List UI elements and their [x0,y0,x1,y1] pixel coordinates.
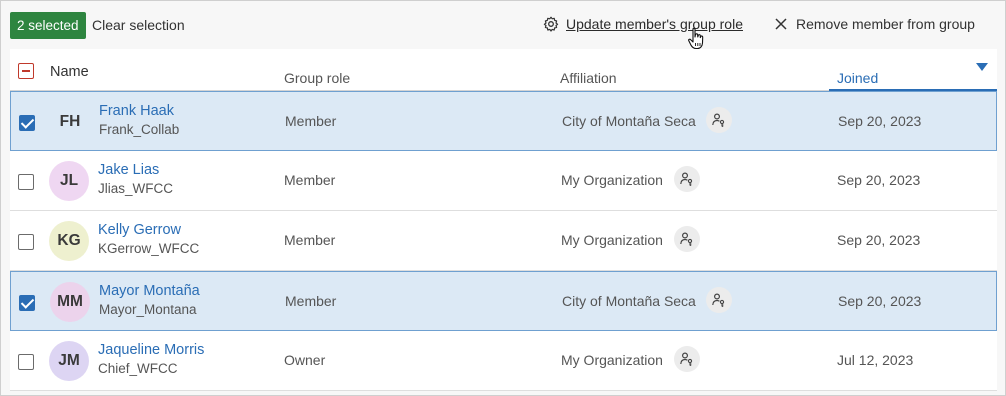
group-role: Member [284,172,336,188]
clear-selection-button[interactable]: Clear selection [92,17,185,33]
member-table-panel: 2 selected Clear selection Update member… [0,0,1006,396]
user-key-icon[interactable] [674,226,700,252]
column-header-group-role[interactable]: Group role [284,70,350,86]
member-name-link[interactable]: Frank Haak [99,103,174,119]
table-header: Name Group role Affiliation Joined [10,49,997,91]
user-key-icon[interactable] [674,166,700,192]
joined-date: Sep 20, 2023 [837,172,921,188]
user-key-icon[interactable] [706,107,732,133]
gear-icon [543,16,559,32]
affiliation: City of Montaña Seca [562,293,696,309]
joined-date: Jul 12, 2023 [837,352,914,368]
avatar: JL [49,161,89,201]
affiliation: My Organization [561,232,663,248]
member-username: Frank_Collab [99,122,180,137]
update-role-label: Update member's group role [566,16,743,32]
row-checkbox[interactable] [18,174,34,190]
close-icon [773,16,789,32]
affiliation: My Organization [561,172,663,188]
avatar: MM [50,282,90,322]
selected-count-badge: 2 selected [10,12,86,39]
user-key-icon[interactable] [706,287,732,313]
row-checkbox[interactable] [19,295,35,311]
table-row[interactable]: MM Mayor Montaña Mayor_Montana Member City o… [10,271,997,331]
group-role: Member [285,113,337,129]
member-username: KGerrow_WFCC [98,241,200,256]
row-checkbox[interactable] [19,115,35,131]
joined-date: Sep 20, 2023 [838,293,922,309]
joined-date: Sep 20, 2023 [838,113,922,129]
member-name-link[interactable]: Jaqueline Morris [98,342,204,358]
remove-member-label: Remove member from group [796,16,975,32]
affiliation: City of Montaña Seca [562,113,696,129]
member-username: Mayor_Montana [99,302,197,317]
group-role: Member [285,293,337,309]
table-row[interactable]: KG Kelly Gerrow KGerrow_WFCC Member My Organ… [10,211,997,271]
member-username: Jlias_WFCC [98,181,174,196]
update-role-button[interactable]: Update member's group role [543,16,743,32]
members-table: Name Group role Affiliation Joined FH Fra… [10,49,997,391]
group-role: Member [284,232,336,248]
user-key-icon[interactable] [674,346,700,372]
row-checkbox[interactable] [18,354,34,370]
affiliation: My Organization [561,352,663,368]
column-header-affiliation[interactable]: Affiliation [560,70,617,86]
avatar: JM [49,341,89,381]
member-name-link[interactable]: Jake Lias [98,162,159,178]
table-row[interactable]: JM Jaqueline Morris Chief_WFCC Owner My Orga… [10,331,997,391]
avatar: KG [49,221,89,261]
caret-down-icon[interactable] [976,63,988,71]
avatar: FH [50,102,90,142]
selection-toolbar: 2 selected Clear selection Update member… [1,1,1005,50]
row-checkbox[interactable] [18,234,34,250]
member-name-link[interactable]: Mayor Montaña [99,283,200,299]
member-username: Chief_WFCC [98,361,178,376]
joined-date: Sep 20, 2023 [837,232,921,248]
select-all-checkbox[interactable] [18,63,34,79]
hand-cursor-icon [688,27,704,50]
table-row[interactable]: JL Jake Lias Jlias_WFCC Member My Organizati… [10,151,997,211]
group-role: Owner [284,352,326,368]
column-header-joined[interactable]: Joined [837,70,878,86]
remove-member-button[interactable]: Remove member from group [773,16,975,32]
table-row[interactable]: FH Frank Haak Frank_Collab Member City of Mo… [10,91,997,151]
column-header-name[interactable]: Name [50,64,89,80]
member-name-link[interactable]: Kelly Gerrow [98,222,181,238]
